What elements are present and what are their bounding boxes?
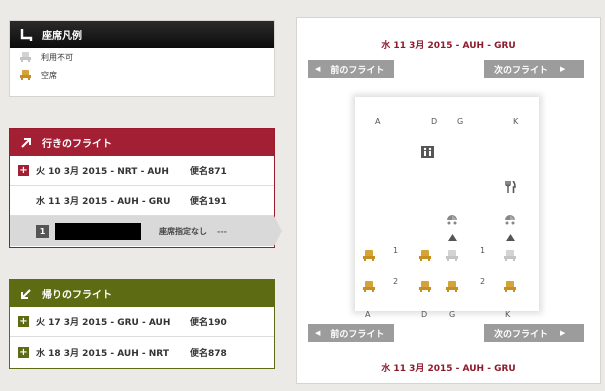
column-letter: D [431, 117, 438, 126]
passenger-row[interactable]: 1 座席指定なし --- [10, 216, 282, 246]
legend-item-available: 空席 [10, 66, 274, 84]
column-letter: G [449, 310, 456, 319]
row-number: 2 [480, 277, 486, 286]
legend-label: 空席 [41, 70, 57, 80]
seat-map-title-bottom: 水 11 3月 2015 - AUH - GRU [381, 364, 516, 374]
arrow-down-left-icon [18, 286, 34, 302]
arrow-up-right-icon [18, 135, 34, 151]
next-flight-label: 次のフライト [494, 65, 549, 76]
expand-toggle[interactable]: + [18, 165, 29, 176]
seat-map-panel: 水 11 3月 2015 - AUH - GRU ◀ 前のフライト 次のフライト… [296, 17, 601, 384]
column-letter: K [513, 117, 519, 126]
seat-map-title-top: 水 11 3月 2015 - AUH - GRU [381, 41, 516, 51]
next-flight-button[interactable]: 次のフライト ▶ [484, 60, 584, 78]
return-flight-panel: 帰りのフライト + 火 17 3月 2015 - GRU - AUH 便名190… [9, 279, 275, 369]
unavailable-seat-icon [20, 52, 31, 62]
seat-2k[interactable] [504, 277, 516, 292]
row-number: 1 [480, 246, 486, 255]
previous-flight-label: 前のフライト [330, 329, 385, 340]
flight-row-selected[interactable]: 水 11 3月 2015 - AUH - GRU 便名191 [10, 186, 274, 216]
seat-status: 座席指定なし [159, 226, 207, 236]
flight-number: 便名191 [190, 197, 227, 207]
previous-flight-button[interactable]: ◀ 前のフライト [308, 60, 394, 78]
seat-marker-icon [506, 226, 515, 245]
previous-flight-button-bottom[interactable]: ◀ 前のフライト [308, 324, 394, 342]
expand-toggle[interactable]: + [18, 316, 29, 327]
lavatory-icon [421, 143, 434, 162]
column-letter: A [365, 310, 371, 319]
seat-marker-icon [448, 226, 457, 245]
flight-route: 火 10 3月 2015 - NRT - AUH [36, 167, 169, 177]
meal-icon [505, 178, 516, 197]
triangle-right-icon: ▶ [560, 329, 566, 337]
triangle-right-icon: ▶ [560, 65, 566, 73]
seat-legend-title: 座席凡例 [42, 31, 82, 42]
return-header: 帰りのフライト [10, 280, 274, 307]
column-letter: G [457, 117, 464, 126]
legend-item-unavailable: 利用不可 [10, 48, 274, 66]
available-seat-icon [20, 70, 31, 80]
flight-route: 水 18 3月 2015 - AUH - NRT [36, 348, 169, 359]
next-flight-button-bottom[interactable]: 次のフライト ▶ [484, 324, 584, 342]
flight-number: 便名871 [190, 167, 227, 177]
column-letter: A [375, 117, 381, 126]
return-title: 帰りのフライト [42, 290, 112, 301]
cabin-seat-grid: A D G K 1 1 2 2 A D G K [355, 97, 539, 319]
outbound-flight-panel: 行きのフライト + 火 10 3月 2015 - NRT - AUH 便名871… [9, 128, 282, 248]
outbound-title: 行きのフライト [42, 139, 112, 150]
seat-2g[interactable] [446, 277, 458, 292]
passenger-name-redacted [55, 222, 141, 240]
expand-toggle[interactable]: + [18, 346, 29, 358]
outbound-header: 行きのフライト [10, 129, 274, 156]
column-letter: K [505, 310, 511, 319]
row-number: 1 [393, 246, 399, 255]
flight-number: 便名878 [190, 348, 227, 359]
seat-value: --- [217, 226, 227, 236]
flight-number: 便名190 [190, 318, 227, 328]
seat-icon [18, 27, 34, 43]
row-number: 2 [393, 277, 399, 286]
seat-legend-panel: 座席凡例 利用不可 空席 [9, 20, 275, 97]
seat-1g [446, 246, 458, 261]
passenger-number: 1 [36, 224, 49, 238]
flight-row[interactable]: + 水 18 3月 2015 - AUH - NRT 便名878 [10, 337, 274, 367]
previous-flight-label: 前のフライト [330, 65, 385, 76]
flight-route: 水 11 3月 2015 - AUH - GRU [36, 197, 171, 207]
seat-2a[interactable] [363, 277, 375, 292]
triangle-left-icon: ◀ [315, 65, 321, 73]
seat-2d[interactable] [419, 277, 431, 292]
column-letter: D [421, 310, 428, 319]
seat-legend-header: 座席凡例 [10, 21, 274, 48]
triangle-left-icon: ◀ [315, 329, 321, 337]
seat-1d[interactable] [419, 246, 431, 261]
flight-row[interactable]: + 火 17 3月 2015 - GRU - AUH 便名190 [10, 307, 274, 337]
legend-label: 利用不可 [41, 52, 73, 62]
next-flight-label: 次のフライト [494, 329, 549, 340]
seat-1k [504, 246, 516, 261]
flight-route: 火 17 3月 2015 - GRU - AUH [36, 318, 171, 328]
seat-1a[interactable] [363, 246, 375, 261]
flight-row[interactable]: + 火 10 3月 2015 - NRT - AUH 便名871 [10, 156, 274, 186]
